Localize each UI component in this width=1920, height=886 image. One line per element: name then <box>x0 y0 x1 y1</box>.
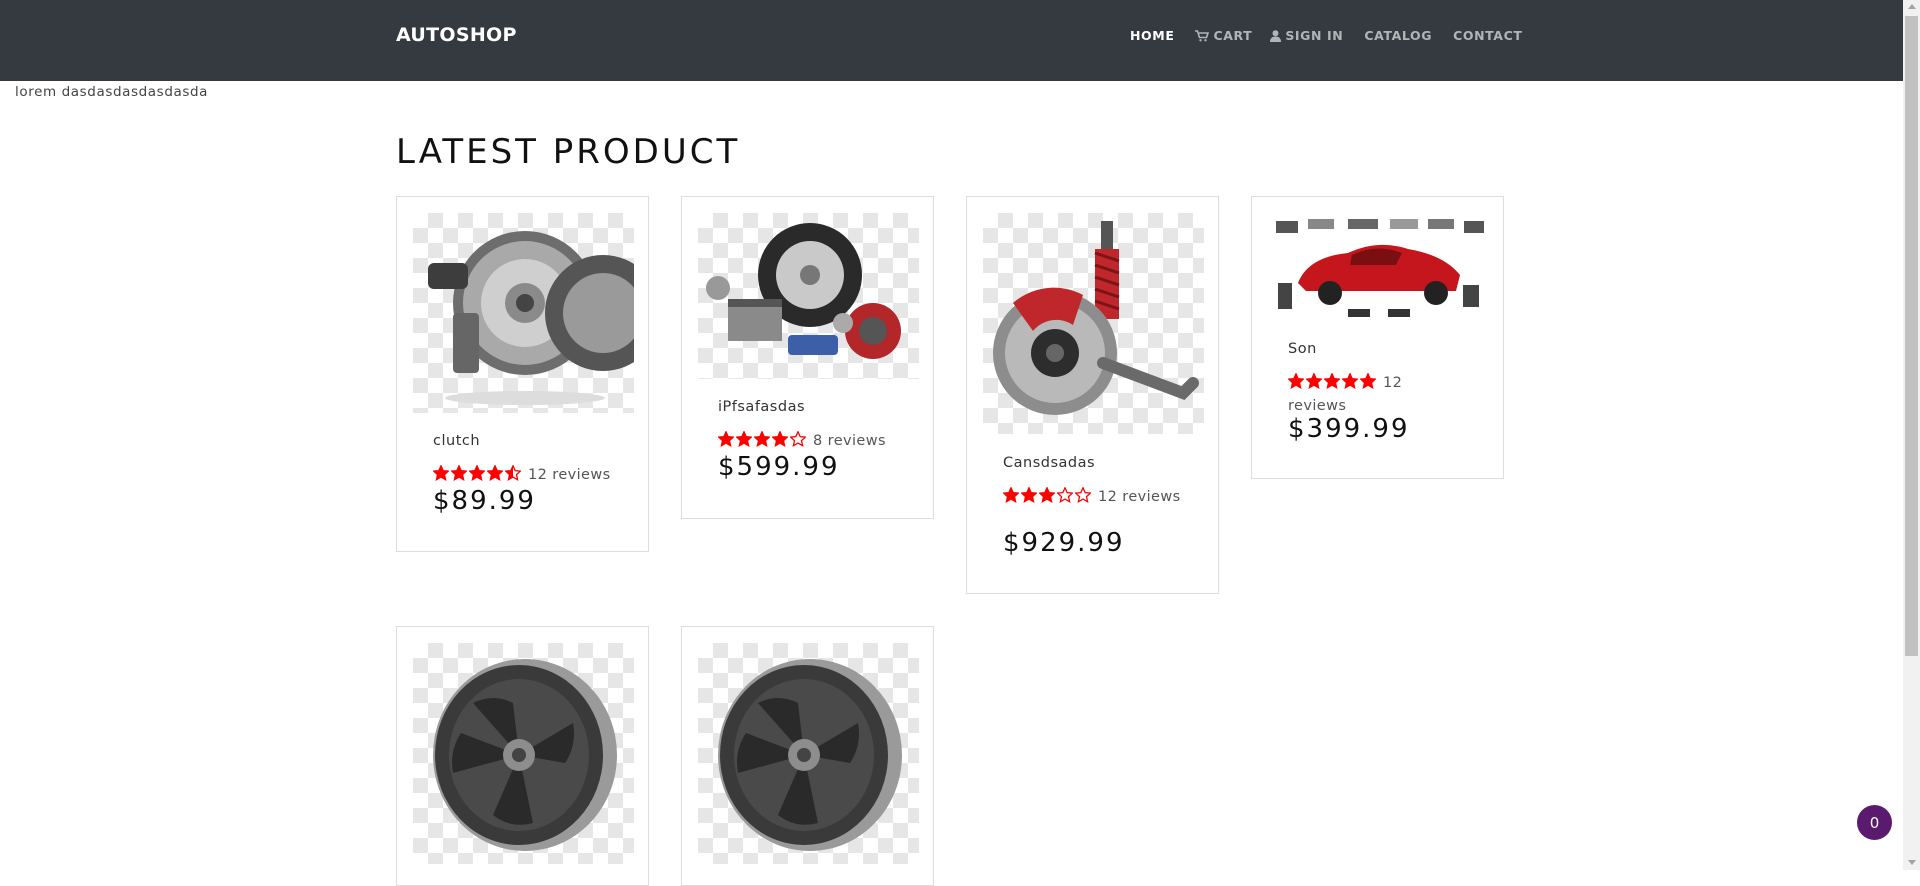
star-half-icon <box>505 465 521 481</box>
top-navbar: AUTOSHOP HOME CART SIGN IN CATALOG CONTA… <box>0 0 1903 81</box>
nav-signin-label: SIGN IN <box>1285 28 1344 43</box>
product-rating: 12 reviews <box>1003 487 1193 510</box>
product-rating: 12 reviews <box>433 465 623 488</box>
auto-parts-image[interactable] <box>698 213 919 379</box>
car-body-parts-image[interactable] <box>1268 213 1489 320</box>
star-full-icon <box>1306 373 1322 389</box>
product-card[interactable]: Cansdsadas 12 reviews $929.99 <box>966 196 1219 594</box>
product-name[interactable]: Son <box>1288 341 1317 357</box>
nav-contact[interactable]: CONTACT <box>1453 28 1522 43</box>
star-full-icon <box>451 465 467 481</box>
product-card[interactable]: iPfsafasdas 8 reviews $599.99 <box>681 196 934 519</box>
product-card[interactable] <box>681 626 934 886</box>
nav-catalog-label: CATALOG <box>1364 28 1433 43</box>
star-full-icon <box>1021 487 1037 503</box>
star-full-icon <box>1039 487 1055 503</box>
user-icon <box>1270 29 1282 42</box>
rating-stars <box>433 465 523 488</box>
product-rating: 8 reviews <box>718 431 908 454</box>
scroll-up-arrow-icon[interactable] <box>1908 4 1916 9</box>
product-card[interactable] <box>396 626 649 886</box>
star-full-icon <box>736 431 752 447</box>
cart-count-badge[interactable]: 0 <box>1857 805 1892 840</box>
section-title: LATEST PRODUCT <box>396 132 741 172</box>
star-full-icon <box>433 465 449 481</box>
rating-stars <box>718 431 808 454</box>
rating-stars <box>1288 373 1378 396</box>
scrollbar-thumb[interactable] <box>1905 16 1918 656</box>
star-full-icon <box>469 465 485 481</box>
product-price: $929.99 <box>1003 528 1125 558</box>
star-full-icon <box>754 431 770 447</box>
star-empty-icon <box>1057 487 1073 503</box>
review-count: 8 reviews <box>813 433 886 449</box>
nav-catalog[interactable]: CATALOG <box>1364 28 1432 43</box>
star-full-icon <box>1324 373 1340 389</box>
lorem-text: lorem dasdasdasdasdasda <box>15 84 209 100</box>
product-name[interactable]: clutch <box>433 433 480 449</box>
star-empty-icon <box>1075 487 1091 503</box>
scroll-down-arrow-icon[interactable] <box>1908 860 1916 865</box>
brand-logo[interactable]: AUTOSHOP <box>396 24 517 46</box>
product-price: $89.99 <box>433 486 536 516</box>
star-empty-icon <box>790 431 806 447</box>
star-full-icon <box>1342 373 1358 389</box>
alloy-wheel-image[interactable] <box>413 643 634 864</box>
star-full-icon <box>1003 487 1019 503</box>
star-full-icon <box>487 465 503 481</box>
page-scrollbar[interactable] <box>1903 0 1920 870</box>
nav-signin[interactable]: SIGN IN <box>1270 28 1343 43</box>
review-count: 12 reviews <box>528 467 611 483</box>
nav-contact-label: CONTACT <box>1453 28 1523 43</box>
star-full-icon <box>772 431 788 447</box>
clutch-kit-image[interactable] <box>413 213 634 413</box>
star-full-icon <box>718 431 734 447</box>
cart-icon <box>1195 29 1210 41</box>
nav-home-label: HOME <box>1130 28 1175 43</box>
star-full-icon <box>1360 373 1376 389</box>
main-nav: HOME CART SIGN IN CATALOG CONTACT <box>1130 28 1543 43</box>
alloy-wheel-image[interactable] <box>698 643 919 864</box>
product-price: $399.99 <box>1288 414 1410 444</box>
nav-cart-label: CART <box>1213 28 1253 43</box>
nav-cart[interactable]: CART <box>1195 28 1252 43</box>
product-card[interactable]: Son 12 reviews $399.99 <box>1251 196 1504 479</box>
review-count: 12 reviews <box>1098 489 1181 505</box>
star-full-icon <box>1288 373 1304 389</box>
product-name[interactable]: Cansdsadas <box>1003 455 1095 471</box>
rating-stars <box>1003 487 1093 510</box>
product-price: $599.99 <box>718 452 840 482</box>
nav-home[interactable]: HOME <box>1130 28 1174 43</box>
product-rating: 12 reviews <box>1288 373 1438 417</box>
product-card[interactable]: clutch 12 reviews $89.99 <box>396 196 649 552</box>
product-name[interactable]: iPfsafasdas <box>718 399 805 415</box>
brake-suspension-image[interactable] <box>983 213 1204 434</box>
